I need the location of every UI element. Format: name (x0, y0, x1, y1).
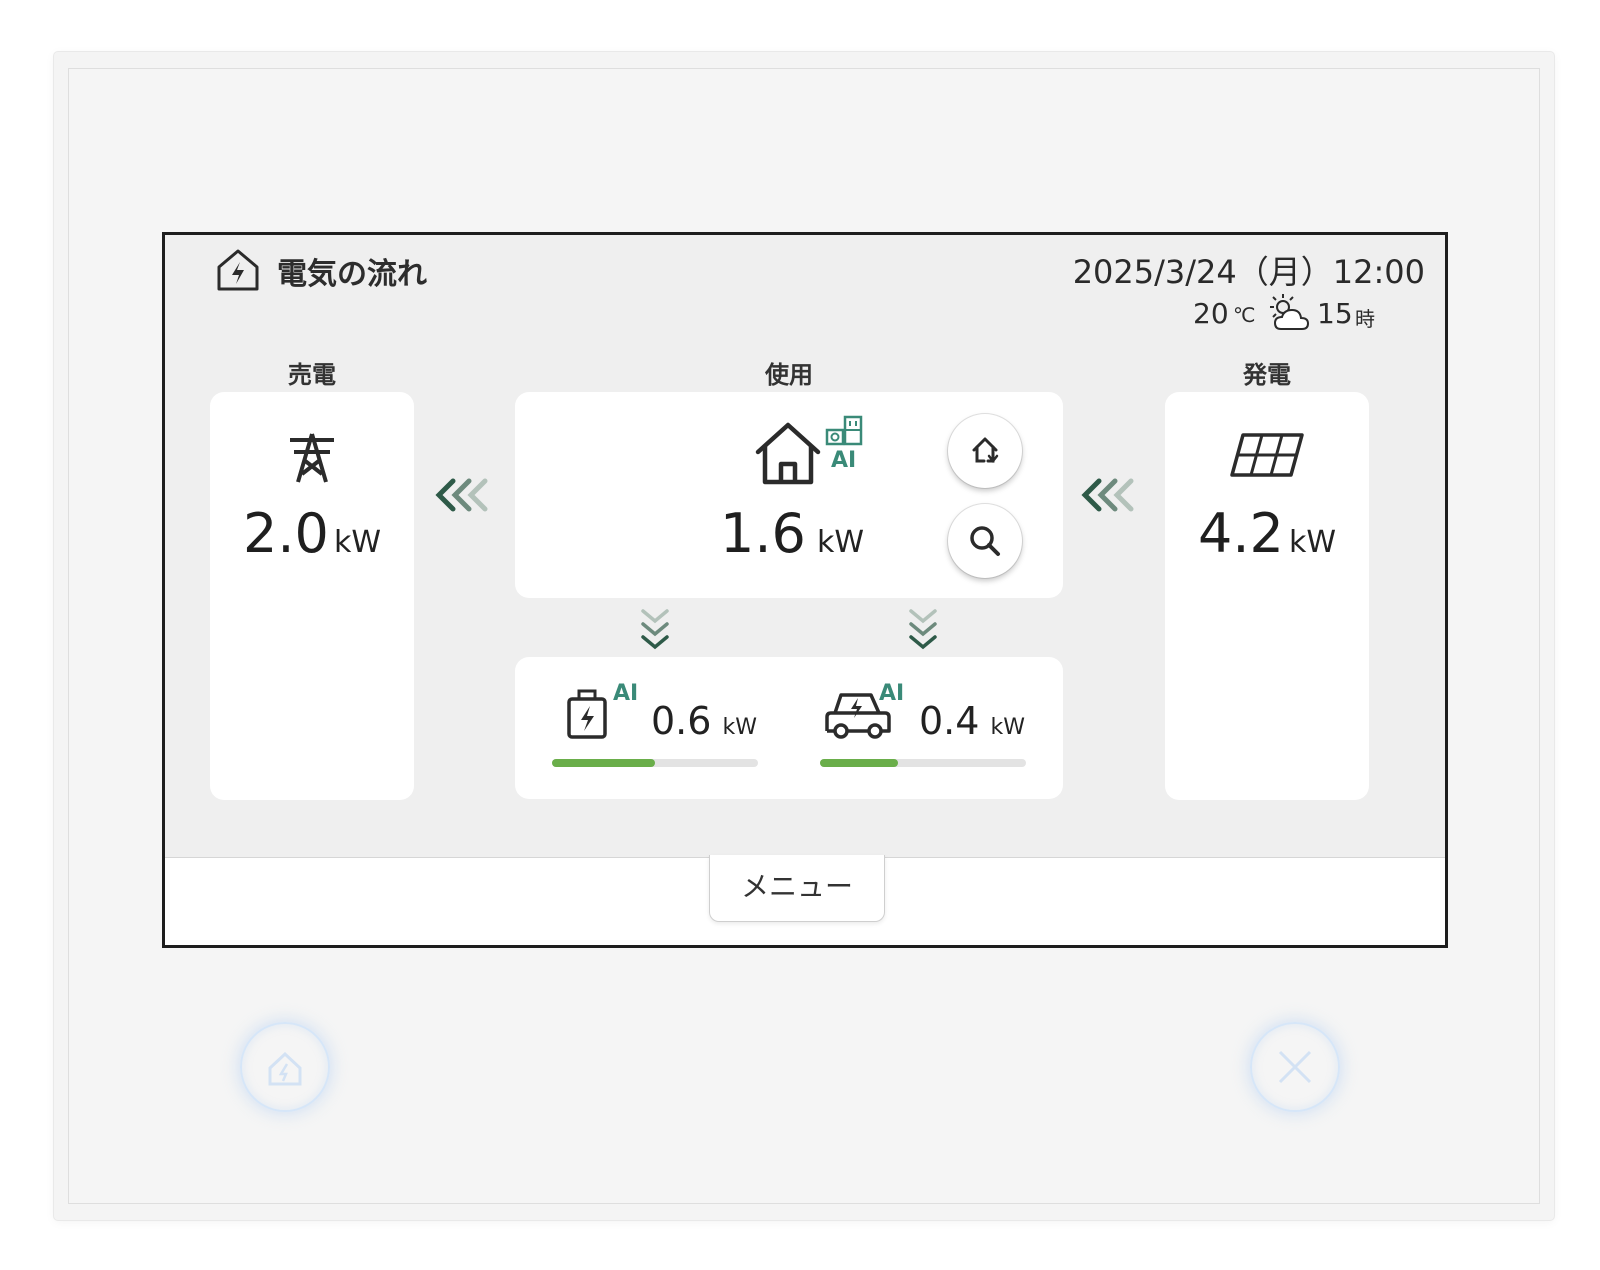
home-cycle-button[interactable] (948, 414, 1022, 488)
ev-reading: 0.4 kW (919, 699, 1025, 743)
home-key[interactable] (240, 1022, 330, 1112)
battery-icon (565, 687, 609, 745)
sell-unit: kW (333, 525, 382, 560)
home-refresh-icon (972, 437, 999, 464)
partly-cloudy-icon (1267, 291, 1313, 342)
ev-level-bar (820, 759, 1026, 767)
weather-info: 20 ℃ 15 時 (1193, 294, 1423, 337)
battery-ai-badge: AI (613, 681, 639, 706)
storage-card[interactable]: AI 0.6 kW AI 0.4 kW (515, 657, 1063, 799)
temperature-value: 20 (1193, 297, 1229, 330)
page-title: 電気の流れ (277, 257, 427, 292)
sell-label: 売電 (288, 361, 336, 389)
ev-unit: kW (990, 715, 1026, 740)
generation-value: 4.2 (1197, 502, 1284, 565)
close-key[interactable] (1250, 1022, 1340, 1112)
usage-reading: 1.6 kW (720, 502, 864, 565)
close-icon (1278, 1050, 1312, 1084)
appliance-icon (825, 414, 865, 452)
datetime: 2025/3/24（月）12:00 (1072, 253, 1425, 291)
usage-unit: kW (816, 525, 865, 560)
ev-ai-badge: AI (879, 681, 905, 706)
usage-card[interactable]: AI 1.6 kW (515, 392, 1063, 598)
battery-level-bar (552, 759, 758, 767)
forecast-hour-unit: 時 (1355, 307, 1375, 331)
search-button[interactable] (948, 504, 1022, 578)
battery-value: 0.6 (651, 699, 712, 743)
generation-label: 発電 (1243, 361, 1291, 389)
usage-ai-badge: AI (831, 448, 857, 473)
home-icon (753, 420, 823, 492)
flow-arrow-to-sell-icon (431, 475, 501, 519)
sell-card[interactable]: 2.0 kW (210, 392, 414, 800)
usage-value: 1.6 (720, 502, 806, 565)
forecast-hour: 15 (1317, 297, 1353, 330)
ev-level-fill (820, 759, 899, 767)
usage-label: 使用 (765, 361, 813, 389)
search-icon (970, 526, 1000, 556)
sell-value: 2.0 (242, 502, 329, 565)
battery-level-fill (552, 759, 655, 767)
temperature-unit: ℃ (1233, 303, 1256, 327)
generation-unit: kW (1288, 525, 1337, 560)
sell-reading: 2.0 kW (210, 502, 414, 565)
generation-card[interactable]: 4.2 kW (1165, 392, 1369, 800)
power-tower-icon (284, 430, 340, 490)
menu-button[interactable]: メニュー (709, 855, 885, 922)
generation-reading: 4.2 kW (1165, 502, 1369, 565)
battery-unit: kW (722, 715, 758, 740)
display-screen: 電気の流れ 2025/3/24（月）12:00 20 ℃ 15 時 売電 使用 … (162, 232, 1448, 948)
flow-arrow-to-ev-icon (907, 607, 939, 657)
flow-arrow-from-generation-icon (1077, 475, 1147, 519)
ev-value: 0.4 (919, 699, 980, 743)
home-key-icon (268, 1051, 302, 1086)
battery-reading: 0.6 kW (651, 699, 757, 743)
flow-arrow-to-battery-icon (639, 607, 671, 657)
solar-panel-icon (1229, 432, 1305, 482)
home-bolt-icon (215, 247, 261, 293)
